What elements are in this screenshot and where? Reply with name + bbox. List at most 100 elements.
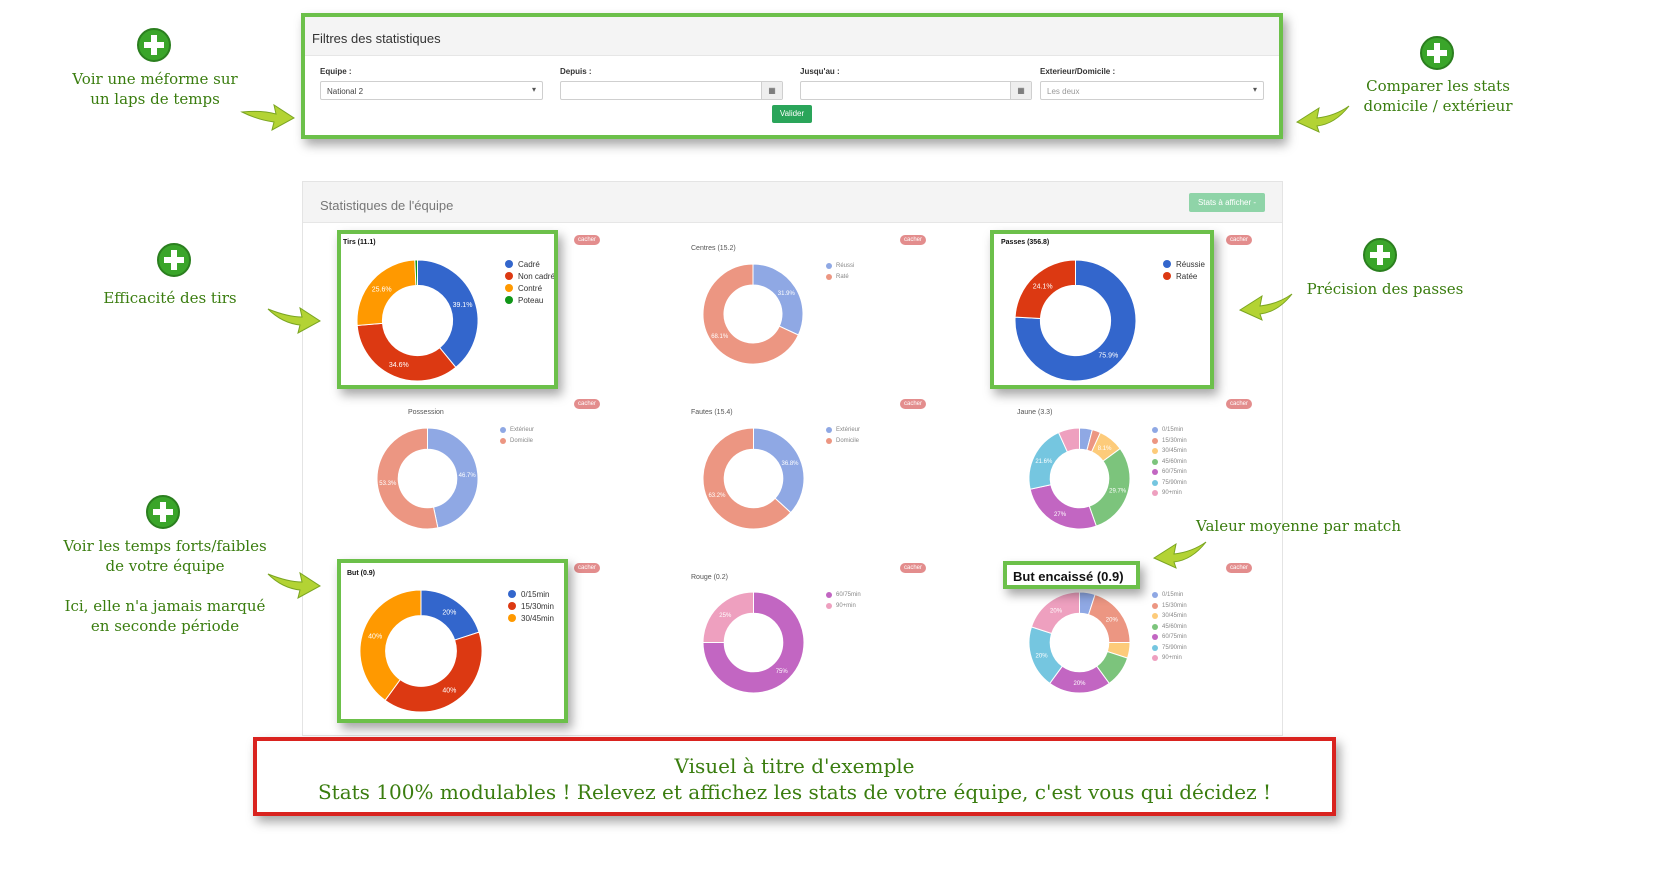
legend-item: 90+min [826, 601, 861, 612]
legend-item: Extérieur [826, 425, 860, 436]
arrow-left-icon [1295, 105, 1350, 133]
annotation-line: Comparer les stats [1366, 77, 1510, 95]
slice-label: 31.9% [778, 291, 796, 297]
legend-swatch [500, 427, 506, 434]
chart-legend: 60/75min 90+min [826, 590, 861, 611]
legend-label: 75/90min [1162, 479, 1187, 486]
chart-legend: Extérieur Domicile [826, 425, 860, 446]
legend-swatch [1152, 634, 1158, 641]
annotation-seconde: Ici, elle n'a jamais marqué en seconde p… [55, 596, 275, 636]
legend-label: 90+min [1162, 490, 1182, 497]
legend-swatch [826, 273, 832, 280]
annotation-line: de votre équipe [105, 557, 225, 575]
hide-badge[interactable]: cacher [1226, 235, 1252, 245]
pie-slice [1029, 484, 1097, 530]
legend-item: 60/75min [1152, 467, 1187, 478]
legend-item: 75/90min [1152, 643, 1187, 654]
legend-item: 0/15min [1152, 425, 1187, 436]
legend-swatch [1152, 458, 1158, 465]
slice-label: 20% [1036, 653, 1049, 659]
legend-swatch [1152, 613, 1158, 620]
legend-swatch [1152, 448, 1158, 455]
legend-swatch [1152, 490, 1158, 497]
legend-swatch [1152, 427, 1158, 434]
slice-label: 21.6% [1035, 459, 1053, 465]
hide-badge[interactable]: cacher [900, 399, 926, 409]
arrow-right-icon [267, 306, 321, 334]
annotation-moyenne: Valeur moyenne par match [1196, 517, 1401, 535]
legend-label: 45/60min [1162, 458, 1187, 465]
legend-swatch [1152, 602, 1158, 609]
pie-slice [753, 427, 805, 514]
legend-swatch [1152, 644, 1158, 651]
legend-label: 75/90min [1162, 644, 1187, 651]
legend-label: 90+min [836, 602, 856, 609]
legend-label: Extérieur [510, 427, 535, 434]
legend-swatch [500, 437, 506, 444]
legend-swatch [1152, 623, 1158, 630]
filters-highlight [301, 13, 1283, 139]
donut-chart-centres: 31.9% 68.1% [702, 263, 804, 365]
tirs-highlight [337, 230, 558, 389]
pie-slice [1088, 447, 1131, 527]
hide-badge[interactable]: cacher [574, 563, 600, 573]
slice-label: 75% [776, 669, 789, 675]
annotation-line: Voir les temps forts/faibles [63, 537, 267, 555]
chart-title: Fautes (15.4) [691, 409, 733, 416]
legend-item: 60/75min [826, 590, 861, 601]
annotation-temps: Voir les temps forts/faibles de votre éq… [55, 536, 275, 576]
legend-label: 15/30min [1162, 437, 1187, 444]
legend-swatch [1152, 655, 1158, 662]
legend-label: Domicile [510, 437, 534, 444]
slice-label: 46.7% [459, 473, 477, 479]
annotation-line: domicile / extérieur [1363, 97, 1513, 115]
donut-chart-but-encaisse: 20% 20% 20% 20% [1028, 591, 1131, 694]
legend-label: 15/30min [1162, 602, 1187, 609]
chart-title: Rouge (0.2) [691, 574, 728, 581]
donut-chart-rouge: 75% 25% [702, 591, 805, 694]
legend-item: Réussi [826, 261, 854, 272]
chart-legend: 0/15min 15/30min 30/45min 45/60min 60/75min 7… [1152, 590, 1187, 664]
legend-label: 60/75min [836, 592, 861, 599]
legend-item: 30/45min [1152, 446, 1187, 457]
chart-title: Possession [408, 409, 444, 416]
legend-item: 90+min [1152, 653, 1187, 664]
legend-swatch [826, 437, 832, 444]
donut-chart-jaune: 8.1% 29.7% 27% 21.6% [1028, 427, 1131, 530]
hide-badge[interactable]: cacher [574, 235, 600, 245]
legend-item: Domicile [500, 436, 534, 447]
legend-swatch [826, 427, 832, 434]
plus-icon [1363, 238, 1397, 272]
banner-line-2: Stats 100% modulables ! Relevez et affic… [317, 780, 1272, 804]
slice-label: 68.1% [711, 334, 729, 340]
chart-title: But encaissé (0.9) [1013, 569, 1124, 584]
legend-label: 60/75min [1162, 634, 1187, 641]
legend-label: 30/45min [1162, 448, 1187, 455]
donut-chart-fautes: 36.8% 63.2% [702, 427, 805, 530]
hide-badge[interactable]: cacher [574, 399, 600, 409]
legend-item: 0/15min [1152, 590, 1187, 601]
legend-item: 15/30min [1152, 601, 1187, 612]
slice-label: 20% [1106, 618, 1119, 624]
hide-badge[interactable]: cacher [900, 563, 926, 573]
legend-item: 45/60min [1152, 622, 1187, 633]
chart-title: Centres (15.2) [691, 245, 736, 252]
plus-icon [157, 243, 191, 277]
chart-title: Jaune (3.3) [1017, 409, 1053, 416]
legend-swatch [1152, 592, 1158, 599]
legend-label: Extérieur [836, 427, 861, 434]
legend-label: 90+min [1162, 655, 1182, 662]
legend-item: Raté [826, 272, 854, 283]
legend-item: 75/90min [1152, 478, 1187, 489]
slice-label: 8.1% [1098, 446, 1112, 452]
hide-badge[interactable]: cacher [1226, 399, 1252, 409]
arrow-left-icon [1238, 293, 1293, 321]
slice-label: 53.3% [379, 481, 397, 487]
banner-line-1: Visuel à titre d'exemple [674, 754, 915, 778]
legend-label: Domicile [836, 437, 860, 444]
hide-badge[interactable]: cacher [1226, 563, 1252, 573]
annotation-line: Ici, elle n'a jamais marqué [64, 597, 266, 615]
stats-display-button[interactable]: Stats à afficher - [1189, 193, 1265, 212]
hide-badge[interactable]: cacher [900, 235, 926, 245]
but-encaisse-title-highlight: But encaissé (0.9) [1003, 561, 1140, 589]
